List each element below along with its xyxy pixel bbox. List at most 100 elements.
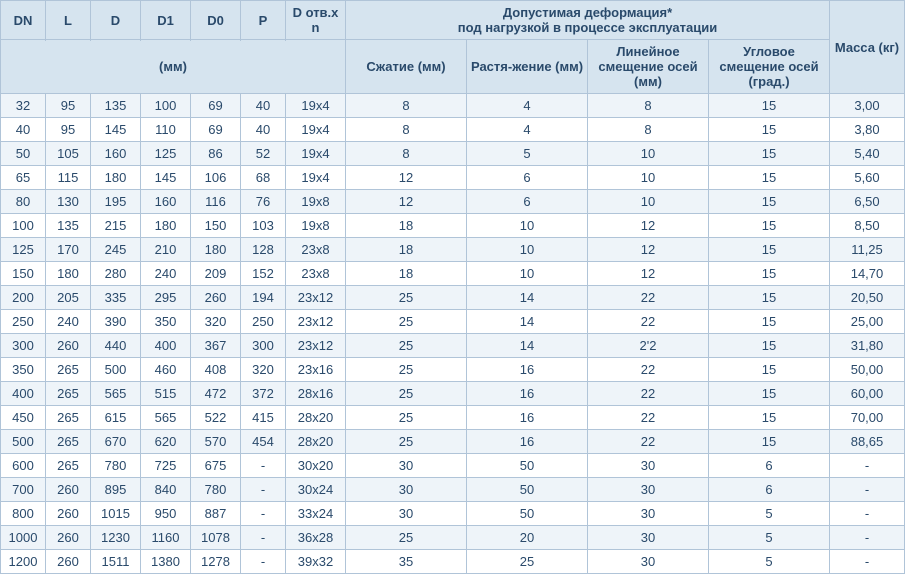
cell-d0: 180 — [191, 238, 241, 262]
cell-p: 320 — [241, 358, 286, 382]
cell-l: 170 — [46, 238, 91, 262]
cell-ugl: 15 — [709, 118, 830, 142]
cell-mass: 60,00 — [830, 382, 905, 406]
spec-table: DN L D D1 D0 P D отв.х n Допустимая дефо… — [0, 0, 905, 574]
cell-ras: 4 — [467, 94, 588, 118]
cell-p: 52 — [241, 142, 286, 166]
cell-ras: 50 — [467, 502, 588, 526]
cell-sz: 25 — [346, 406, 467, 430]
cell-ugl: 15 — [709, 238, 830, 262]
header-d1: D1 — [141, 1, 191, 40]
cell-lin: 10 — [588, 190, 709, 214]
cell-l: 265 — [46, 430, 91, 454]
cell-sz: 8 — [346, 118, 467, 142]
cell-dotv: 19х8 — [286, 214, 346, 238]
cell-dn: 450 — [1, 406, 46, 430]
cell-sz: 30 — [346, 478, 467, 502]
cell-d: 565 — [91, 382, 141, 406]
table-row: 1000260123011601078-36х282520305- — [1, 526, 905, 550]
cell-dn: 125 — [1, 238, 46, 262]
table-row: 50105160125865219х48510155,40 — [1, 142, 905, 166]
cell-dotv: 33х24 — [286, 502, 346, 526]
cell-d: 500 — [91, 358, 141, 382]
cell-ras: 6 — [467, 166, 588, 190]
cell-lin: 30 — [588, 478, 709, 502]
table-row: 30026044040036730023х1225142'21531,80 — [1, 334, 905, 358]
cell-dn: 400 — [1, 382, 46, 406]
cell-d1: 400 — [141, 334, 191, 358]
cell-dn: 80 — [1, 190, 46, 214]
cell-d0: 86 — [191, 142, 241, 166]
cell-lin: 12 — [588, 238, 709, 262]
cell-p: 372 — [241, 382, 286, 406]
cell-dn: 150 — [1, 262, 46, 286]
cell-sz: 25 — [346, 286, 467, 310]
cell-dotv: 28х20 — [286, 430, 346, 454]
cell-ugl: 15 — [709, 430, 830, 454]
cell-mass: 5,40 — [830, 142, 905, 166]
cell-d0: 69 — [191, 118, 241, 142]
cell-d1: 160 — [141, 190, 191, 214]
cell-p: - — [241, 550, 286, 574]
header-p: P — [241, 1, 286, 40]
cell-ras: 10 — [467, 238, 588, 262]
table-row: 25024039035032025023х122514221525,00 — [1, 310, 905, 334]
cell-dotv: 23х12 — [286, 310, 346, 334]
cell-dotv: 39х32 — [286, 550, 346, 574]
cell-ras: 50 — [467, 454, 588, 478]
cell-sz: 25 — [346, 430, 467, 454]
cell-lin: 2'2 — [588, 334, 709, 358]
cell-l: 260 — [46, 334, 91, 358]
cell-l: 260 — [46, 526, 91, 550]
cell-mass: 11,25 — [830, 238, 905, 262]
cell-dotv: 23х12 — [286, 334, 346, 358]
table-row: 12517024521018012823х81810121511,25 — [1, 238, 905, 262]
header-deform-group: Допустимая деформация* под нагрузкой в п… — [346, 1, 830, 40]
cell-lin: 30 — [588, 502, 709, 526]
cell-d1: 1160 — [141, 526, 191, 550]
cell-p: - — [241, 502, 286, 526]
cell-dotv: 30х20 — [286, 454, 346, 478]
cell-dotv: 23х8 — [286, 238, 346, 262]
cell-dotv: 28х16 — [286, 382, 346, 406]
cell-l: 130 — [46, 190, 91, 214]
cell-d: 215 — [91, 214, 141, 238]
cell-l: 115 — [46, 166, 91, 190]
cell-d1: 295 — [141, 286, 191, 310]
table-row: 35026550046040832023х162516221550,00 — [1, 358, 905, 382]
cell-d1: 145 — [141, 166, 191, 190]
cell-p: 68 — [241, 166, 286, 190]
cell-sz: 25 — [346, 334, 467, 358]
cell-lin: 30 — [588, 454, 709, 478]
cell-l: 260 — [46, 502, 91, 526]
cell-mass: - — [830, 478, 905, 502]
cell-sz: 18 — [346, 262, 467, 286]
cell-p: - — [241, 454, 286, 478]
cell-lin: 22 — [588, 358, 709, 382]
cell-d1: 565 — [141, 406, 191, 430]
cell-ras: 14 — [467, 286, 588, 310]
cell-ugl: 15 — [709, 382, 830, 406]
cell-sz: 12 — [346, 166, 467, 190]
table-row: 8002601015950887-33х243050305- — [1, 502, 905, 526]
cell-sz: 35 — [346, 550, 467, 574]
cell-d0: 408 — [191, 358, 241, 382]
cell-dn: 250 — [1, 310, 46, 334]
cell-ras: 16 — [467, 382, 588, 406]
cell-lin: 22 — [588, 430, 709, 454]
cell-d0: 320 — [191, 310, 241, 334]
cell-p: 40 — [241, 94, 286, 118]
cell-d: 245 — [91, 238, 141, 262]
cell-dn: 800 — [1, 502, 46, 526]
cell-mass: 25,00 — [830, 310, 905, 334]
cell-l: 260 — [46, 478, 91, 502]
cell-p: 152 — [241, 262, 286, 286]
cell-ras: 16 — [467, 406, 588, 430]
cell-p: - — [241, 478, 286, 502]
cell-sz: 25 — [346, 526, 467, 550]
cell-d: 670 — [91, 430, 141, 454]
table-row: 40026556551547237228х162516221560,00 — [1, 382, 905, 406]
cell-p: - — [241, 526, 286, 550]
cell-d: 895 — [91, 478, 141, 502]
header-mass: Масса (кг) — [830, 1, 905, 94]
